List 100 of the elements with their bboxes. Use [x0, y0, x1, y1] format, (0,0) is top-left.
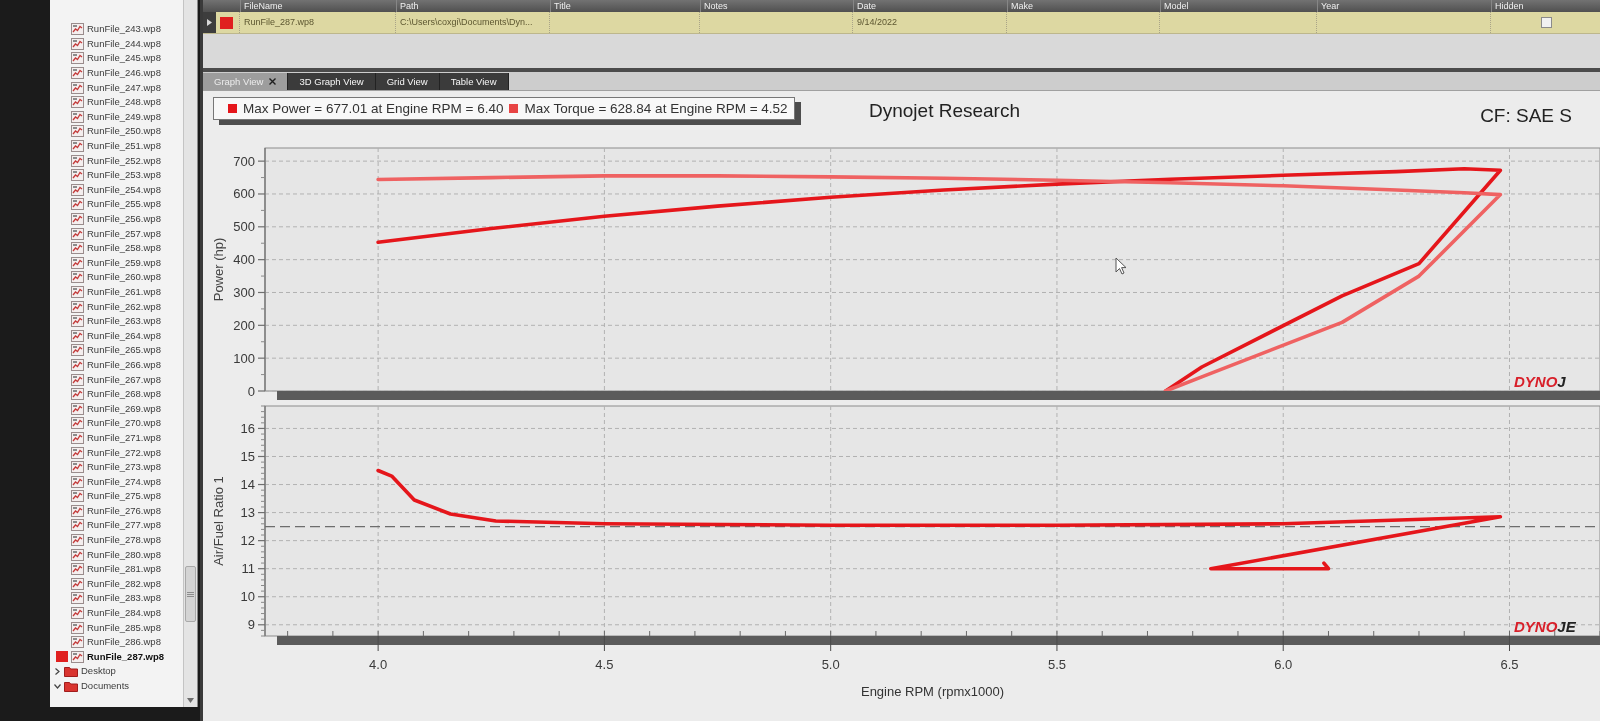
logo-text: DYNOJ — [1514, 373, 1566, 390]
file-tree-item[interactable]: RunFile_268.wp8 — [56, 386, 161, 402]
file-tree-item[interactable]: RunFile_280.wp8 — [56, 547, 161, 562]
file-tree-item[interactable]: RunFile_254.wp8 — [56, 182, 161, 198]
file-icon — [71, 96, 84, 109]
file-icon — [71, 446, 84, 459]
correction-factor-label: CF: SAE S — [1480, 104, 1573, 127]
file-tree-item[interactable]: RunFile_252.wp8 — [56, 153, 161, 168]
file-icon — [71, 402, 84, 415]
tick-label: 13 — [240, 505, 255, 521]
file-tree-item[interactable]: RunFile_266.wp8 — [56, 357, 161, 373]
file-tree-item[interactable]: RunFile_286.wp8 — [56, 634, 161, 650]
file-tree-item[interactable]: RunFile_285.wp8 — [56, 620, 161, 635]
file-icon — [71, 227, 84, 240]
file-tree-item[interactable]: RunFile_244.wp8 — [56, 36, 161, 52]
file-tree-item[interactable]: RunFile_256.wp8 — [56, 211, 161, 227]
checkbox[interactable] — [1541, 17, 1552, 28]
file-icon — [71, 37, 84, 50]
folder-tree-item[interactable]: Documents — [54, 678, 130, 694]
chevron-right-icon[interactable] — [54, 667, 61, 675]
file-icon — [71, 125, 84, 138]
file-tree-item[interactable]: RunFile_284.wp8 — [56, 605, 161, 621]
file-tree-item[interactable]: RunFile_267.wp8 — [56, 372, 161, 387]
file-tree-item[interactable]: RunFile_259.wp8 — [56, 255, 161, 271]
file-tree-item[interactable]: RunFile_253.wp8 — [56, 167, 161, 183]
close-icon[interactable] — [269, 78, 277, 85]
file-tree-item[interactable]: RunFile_255.wp8 — [56, 197, 161, 212]
file-icon — [71, 373, 84, 386]
file-icon — [71, 344, 84, 357]
scrollbar[interactable] — [183, 0, 197, 707]
tick-label: 4.5 — [595, 657, 614, 672]
row-pointer-icon — [207, 19, 212, 26]
file-icon — [71, 271, 84, 284]
tab[interactable]: Table View — [439, 73, 509, 90]
file-icon — [71, 607, 84, 620]
row-selector[interactable] — [203, 12, 216, 33]
tick-label: 400 — [233, 252, 255, 268]
file-icon — [71, 650, 84, 663]
table-cell: 9/14/2022 — [853, 12, 1007, 33]
file-tree-item[interactable]: RunFile_262.wp8 — [56, 299, 161, 314]
tab[interactable]: 3D Graph View — [288, 73, 376, 90]
legend-text: Max Torque = 628.84 at Engine RPM = 4.52 — [524, 100, 788, 117]
file-tree-item[interactable]: RunFile_277.wp8 — [56, 518, 161, 533]
file-tree-item[interactable]: RunFile_281.wp8 — [56, 561, 161, 577]
chevron-down-icon[interactable] — [54, 682, 61, 690]
file-tree-item[interactable]: RunFile_272.wp8 — [56, 445, 161, 460]
file-icon — [71, 504, 84, 517]
file-tree-item[interactable]: RunFile_250.wp8 — [56, 124, 161, 139]
scrollbar-thumb[interactable] — [185, 566, 196, 622]
pointer-icon — [1115, 257, 1127, 275]
file-tree-item[interactable]: RunFile_271.wp8 — [56, 430, 161, 446]
file-tree-item[interactable]: RunFile_247.wp8 — [56, 80, 161, 95]
file-tree-item[interactable]: RunFile_243.wp8 — [56, 22, 161, 37]
file-tree-item[interactable]: RunFile_283.wp8 — [56, 591, 161, 606]
tick-label: 11 — [241, 561, 255, 577]
file-tree-item[interactable]: RunFile_275.wp8 — [56, 489, 161, 504]
tick-label: 6.0 — [1274, 657, 1293, 672]
file-tree-item[interactable]: RunFile_261.wp8 — [56, 284, 161, 300]
folder-tree-item[interactable]: Desktop — [54, 664, 116, 679]
file-icon — [71, 242, 84, 255]
tick-label: 500 — [233, 219, 255, 235]
folder-icon — [64, 665, 78, 677]
file-tree-item[interactable]: RunFile_287.wp8 — [56, 649, 165, 665]
folder-icon — [64, 680, 78, 692]
file-tree-item[interactable]: RunFile_251.wp8 — [56, 138, 161, 154]
table-row[interactable]: RunFile_287.wp8 C:\Users\coxgi\Documents\Dyn... 9/14/2022 — [203, 12, 1600, 34]
file-tree-item[interactable]: RunFile_249.wp8 — [56, 109, 161, 125]
file-icon — [71, 169, 84, 182]
file-icon — [71, 417, 84, 430]
file-tree-item[interactable]: RunFile_282.wp8 — [56, 576, 161, 592]
legend-text: Max Power = 677.01 at Engine RPM = 6.40 — [243, 100, 504, 117]
file-tree-item[interactable]: RunFile_263.wp8 — [56, 313, 161, 329]
file-tree-item[interactable]: RunFile_265.wp8 — [56, 343, 161, 358]
file-tree-item[interactable]: RunFile_270.wp8 — [56, 416, 161, 431]
file-icon — [71, 154, 84, 167]
file-icon — [71, 286, 84, 298]
tab[interactable]: Grid View — [375, 73, 440, 90]
tick-label: 16 — [240, 420, 255, 436]
file-tree-item[interactable]: RunFile_257.wp8 — [56, 226, 161, 241]
table-cell: C:\Users\coxgi\Documents\Dyn... — [396, 12, 550, 33]
file-tree-item[interactable]: RunFile_245.wp8 — [56, 51, 161, 66]
file-tree-item[interactable]: RunFile_278.wp8 — [56, 532, 161, 548]
axis-title: Engine RPM (rpmx1000) — [860, 684, 1005, 699]
file-tree-item[interactable]: RunFile_264.wp8 — [56, 328, 161, 344]
file-tree-item[interactable]: RunFile_269.wp8 — [56, 401, 161, 417]
file-tree-item[interactable]: RunFile_273.wp8 — [56, 459, 161, 475]
file-icon — [71, 358, 84, 371]
file-icon — [71, 636, 84, 649]
file-icon — [71, 67, 84, 80]
tick-label: 300 — [233, 285, 255, 300]
file-tree-item[interactable]: RunFile_274.wp8 — [56, 474, 161, 489]
scroll-down-icon[interactable] — [187, 698, 194, 703]
file-tree-item[interactable]: RunFile_258.wp8 — [56, 240, 161, 256]
file-icon — [71, 213, 84, 225]
file-icon — [71, 475, 84, 488]
file-icon — [71, 490, 84, 503]
file-tree-item[interactable]: RunFile_276.wp8 — [56, 503, 161, 519]
file-tree-item[interactable]: RunFile_246.wp8 — [56, 65, 161, 81]
file-tree-item[interactable]: RunFile_260.wp8 — [56, 270, 161, 285]
file-tree-item[interactable]: RunFile_248.wp8 — [56, 94, 161, 110]
